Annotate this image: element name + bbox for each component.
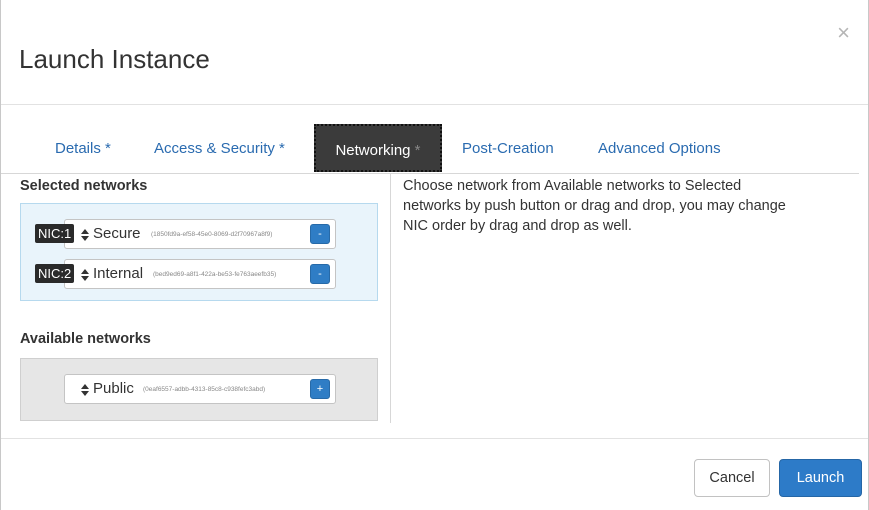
networks-panel: Selected networks NIC:1 Secure (1850fd9a… xyxy=(1,173,391,423)
tab-advanced-options[interactable]: Advanced Options xyxy=(598,124,721,172)
required-marker: * xyxy=(414,142,421,159)
required-marker: * xyxy=(105,140,111,157)
footer-divider xyxy=(1,438,868,439)
network-id: (0eaf6557-adbb-4313-85c8-c938fefc3abd) xyxy=(143,386,266,393)
tab-label: Networking xyxy=(335,142,411,159)
nic-badge: NIC:2 xyxy=(35,264,75,283)
nic-badge: NIC:1 xyxy=(35,224,75,243)
selected-networks-label: Selected networks xyxy=(20,178,148,194)
network-id: (1850fd9a-ef58-45e0-8069-d2f70967a8f9) xyxy=(151,231,273,238)
launch-instance-dialog: × Launch Instance Details * Access & Sec… xyxy=(0,0,869,510)
add-network-button[interactable]: + xyxy=(310,379,330,399)
sort-icon[interactable] xyxy=(80,268,90,282)
close-icon[interactable]: × xyxy=(837,22,850,44)
tab-label: Access & Security xyxy=(154,140,275,157)
launch-button[interactable]: Launch xyxy=(779,459,862,497)
cancel-button[interactable]: Cancel xyxy=(694,459,770,497)
network-item-secure[interactable]: NIC:1 Secure (1850fd9a-ef58-45e0-8069-d2… xyxy=(35,219,336,249)
network-item-public[interactable]: Public (0eaf6557-adbb-4313-85c8-c938fefc… xyxy=(64,374,336,404)
available-networks-list[interactable]: Public (0eaf6557-adbb-4313-85c8-c938fefc… xyxy=(20,358,378,421)
tab-label: Advanced Options xyxy=(598,140,721,157)
tab-access-security[interactable]: Access & Security * xyxy=(154,124,285,172)
network-id: (bed9ed69-a8f1-422a-be53-fe763aeefb35) xyxy=(153,271,277,278)
network-name: Public xyxy=(93,380,134,397)
available-networks-label: Available networks xyxy=(20,331,151,347)
remove-network-button[interactable]: - xyxy=(310,224,330,244)
tab-label: Details xyxy=(55,140,101,157)
tab-details[interactable]: Details * xyxy=(55,124,111,172)
modal-title: Launch Instance xyxy=(19,44,210,74)
tab-post-creation[interactable]: Post-Creation xyxy=(462,124,554,172)
network-name: Internal xyxy=(93,265,144,282)
required-marker: * xyxy=(279,140,285,157)
networking-help-text: Choose network from Available networks t… xyxy=(403,178,786,234)
sort-icon[interactable] xyxy=(80,383,90,397)
selected-networks-list[interactable]: NIC:1 Secure (1850fd9a-ef58-45e0-8069-d2… xyxy=(20,203,378,301)
header-divider xyxy=(1,104,868,105)
network-item-internal[interactable]: NIC:2 Internal (bed9ed69-a8f1-422a-be53-… xyxy=(35,259,336,289)
network-name: Secure xyxy=(93,225,141,242)
tab-networking[interactable]: Networking * xyxy=(314,124,442,172)
remove-network-button[interactable]: - xyxy=(310,264,330,284)
tab-bar: Details * Access & Security * Networking… xyxy=(1,124,859,174)
tab-label: Post-Creation xyxy=(462,140,554,157)
sort-icon[interactable] xyxy=(80,228,90,242)
